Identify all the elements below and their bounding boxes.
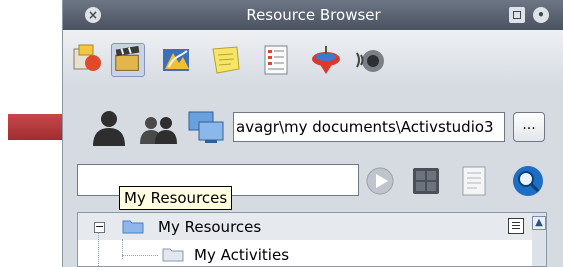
title-bar: × Resource Browser •: [63, 0, 563, 30]
sticky-note-icon[interactable]: [209, 43, 243, 77]
document-list-icon[interactable]: [259, 43, 293, 77]
keypad-icon[interactable]: [409, 164, 443, 198]
tree-root-row[interactable]: − My Resources: [78, 213, 532, 240]
spinning-top-icon[interactable]: [309, 43, 343, 77]
folder-icon: [162, 248, 184, 262]
vertical-scrollbar[interactable]: ▲: [532, 213, 546, 266]
tooltip: My Resources: [119, 186, 233, 210]
shared-resources-icon[interactable]: [139, 108, 179, 146]
resource-browser-panel: × Resource Browser • avagr\my documents\…: [62, 0, 563, 267]
my-resources-icon[interactable]: [89, 108, 129, 146]
film-clapper-icon: [115, 45, 140, 71]
panel-menu-icon[interactable]: [509, 7, 525, 23]
tree-connector: [98, 233, 100, 266]
search-icon[interactable]: [511, 164, 545, 198]
tree-child-label: My Activities: [194, 246, 290, 264]
document-results-icon[interactable]: [457, 164, 491, 198]
play-search-icon[interactable]: [363, 164, 397, 198]
pin-icon[interactable]: •: [533, 7, 549, 23]
resource-tree: − My Resources My Activities ▲: [77, 212, 547, 267]
shapes-icon[interactable]: [71, 43, 105, 77]
folder-icon: [122, 220, 144, 234]
film-clapper-tab[interactable]: [111, 43, 145, 77]
background-image-icon[interactable]: [161, 43, 195, 77]
tree-root-label: My Resources: [158, 218, 262, 236]
window-title: Resource Browser: [246, 6, 381, 24]
list-view-icon[interactable]: [508, 218, 524, 234]
resource-type-toolbar: [63, 30, 563, 86]
scroll-up-icon[interactable]: ▲: [532, 216, 546, 230]
browse-button[interactable]: ...: [513, 112, 545, 142]
resource-path-field[interactable]: avagr\my documents\Activstudio3: [233, 112, 505, 142]
computer-resources-icon[interactable]: [187, 108, 227, 146]
collapse-toggle[interactable]: −: [94, 221, 105, 233]
speaker-icon[interactable]: [353, 43, 387, 77]
